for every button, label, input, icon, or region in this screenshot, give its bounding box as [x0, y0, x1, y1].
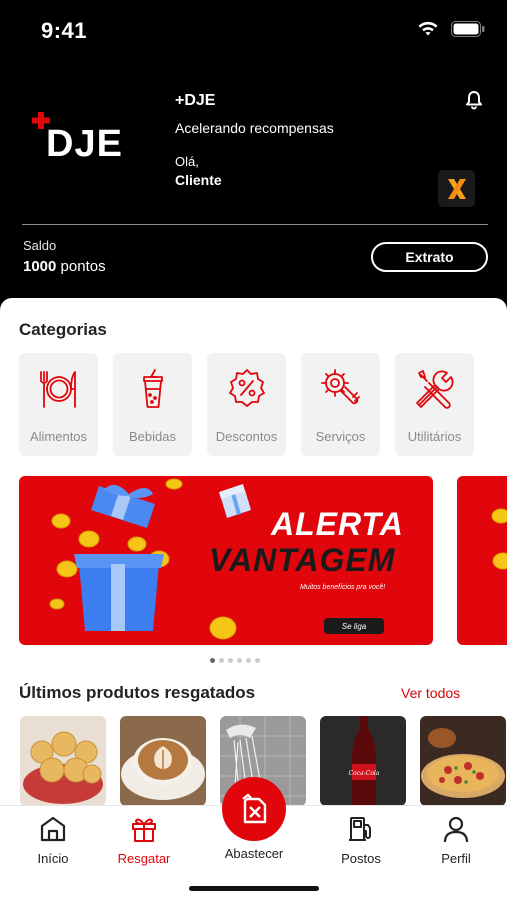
- utensils-icon: [39, 371, 76, 408]
- category-label: Utilitários: [407, 429, 462, 444]
- dje-logo: DJE: [32, 112, 147, 168]
- partner-badge[interactable]: [438, 170, 475, 207]
- gift-icon: [132, 818, 156, 842]
- tab-postos[interactable]: Postos: [321, 814, 401, 866]
- product-cola-bottle[interactable]: Coca-Cola: [320, 716, 406, 806]
- banner-tagline: Muitos benefícios pra você!: [300, 584, 386, 591]
- tools-icon: [415, 370, 453, 409]
- product-pizza[interactable]: [420, 716, 506, 806]
- tab-abastecer-label[interactable]: Abastecer: [214, 846, 294, 861]
- banner-headline-1: ALERTA: [271, 506, 404, 542]
- category-label: Serviços: [315, 429, 366, 444]
- status-icons: [417, 20, 485, 37]
- see-all-link[interactable]: Ver todos: [401, 685, 460, 701]
- cola-bottle-image: Coca-Cola: [320, 716, 406, 806]
- category-bebidas[interactable]: Bebidas: [113, 353, 192, 456]
- banner-headline-2: VANTAGEM: [209, 542, 396, 578]
- category-utilitarios[interactable]: Utilitários: [395, 353, 474, 456]
- category-label: Descontos: [215, 429, 278, 444]
- home-indicator[interactable]: [189, 886, 319, 891]
- carousel-dot[interactable]: [219, 658, 224, 663]
- promo-banner-next[interactable]: [457, 476, 507, 645]
- tab-inicio[interactable]: Início: [13, 814, 93, 866]
- categories-title: Categorias: [19, 320, 107, 339]
- carousel-indicator[interactable]: [210, 658, 260, 663]
- balance-number: 1000: [23, 258, 57, 275]
- discount-badge-icon: [228, 369, 265, 407]
- battery-icon: [451, 20, 485, 37]
- category-descontos[interactable]: Descontos: [207, 353, 286, 456]
- category-label: Alimentos: [29, 429, 88, 444]
- logo-text: DJE: [46, 123, 123, 165]
- drink-cup-icon: [142, 369, 163, 408]
- brand-subtitle: Acelerando recompensas: [175, 120, 334, 136]
- categories-row: Alimentos Bebidas Descontos Serviços Uti…: [19, 353, 474, 456]
- balance-value: 1000 pontos: [23, 258, 106, 275]
- tab-resgatar[interactable]: Resgatar: [104, 814, 184, 866]
- carousel-dot[interactable]: [228, 658, 233, 663]
- tab-perfil[interactable]: Perfil: [416, 814, 496, 866]
- abastecer-fab-button[interactable]: [222, 777, 286, 841]
- status-time: 9:41: [41, 18, 88, 43]
- user-name: Cliente: [175, 172, 222, 188]
- coins-illustration: [491, 508, 507, 570]
- carousel-dot[interactable]: [255, 658, 260, 663]
- tab-label: Início: [37, 851, 69, 866]
- cheese-bread-image: [20, 716, 106, 806]
- wrench-gear-icon: [320, 369, 360, 405]
- category-servicos[interactable]: Serviços: [301, 353, 380, 456]
- gas-station-icon: [349, 817, 371, 841]
- balance-label: Saldo: [23, 238, 57, 253]
- product-cappuccino[interactable]: [120, 716, 206, 806]
- balance-unit: pontos: [60, 258, 106, 275]
- cappuccino-image: [120, 716, 206, 806]
- header: DJE +DJE Acelerando recompensas Olá, Cli…: [0, 62, 507, 298]
- tab-label: Postos: [341, 851, 381, 866]
- promo-banner[interactable]: ALERTA VANTAGEM Muitos benefícios pra vo…: [19, 476, 433, 645]
- tab-label: Resgatar: [117, 851, 171, 866]
- statement-button[interactable]: Extrato: [371, 242, 488, 272]
- pizza-image: [420, 716, 506, 806]
- recent-products-title: Últimos produtos resgatados: [19, 683, 256, 702]
- user-icon: [443, 816, 469, 843]
- fuel-can-icon: [242, 793, 267, 824]
- svg-text:Coca-Cola: Coca-Cola: [349, 770, 380, 777]
- tab-label: Perfil: [441, 851, 471, 866]
- header-divider: [22, 224, 488, 225]
- category-label: Bebidas: [129, 429, 176, 444]
- bell-icon: [466, 91, 482, 110]
- home-icon: [40, 816, 66, 842]
- carousel-dot[interactable]: [237, 658, 242, 663]
- wifi-icon: [418, 21, 438, 36]
- category-alimentos[interactable]: Alimentos: [19, 353, 98, 456]
- brand-title: +DJE: [175, 92, 216, 109]
- carousel-dot[interactable]: [246, 658, 251, 663]
- greeting: Olá,: [175, 154, 199, 169]
- app-screen: 9:41 DJE +DJE Acelerando recompensas Olá…: [0, 0, 507, 900]
- x-logo-icon: [447, 178, 466, 199]
- status-bar: 9:41: [0, 0, 507, 62]
- notification-button[interactable]: [464, 90, 484, 115]
- banner-cta-button[interactable]: Se liga: [324, 618, 384, 634]
- product-cheese-bread[interactable]: [20, 716, 106, 806]
- carousel-dot-active[interactable]: [210, 658, 215, 663]
